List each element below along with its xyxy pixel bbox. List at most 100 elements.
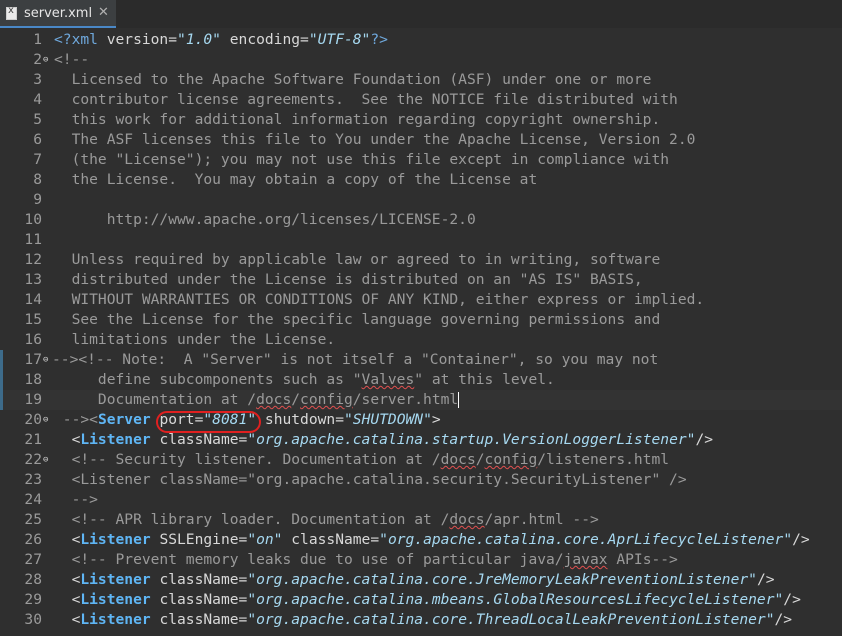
fold-collapse-icon[interactable]: ⊖ bbox=[43, 50, 53, 70]
code-text[interactable]: <!-- bbox=[54, 50, 89, 70]
tag-name: Listener bbox=[80, 591, 151, 608]
code-text[interactable]: <Listener className="org.apache.catalina… bbox=[54, 430, 713, 450]
line-number: 16 bbox=[24, 331, 42, 348]
code-line: 24 --> bbox=[0, 490, 842, 510]
spell-error: docs bbox=[449, 511, 485, 528]
tag-open: < bbox=[54, 531, 81, 548]
code-text[interactable]: WITHOUT WARRANTIES OR CONDITIONS OF ANY … bbox=[54, 290, 705, 310]
code-line: 16 limitations under the License. bbox=[0, 330, 842, 350]
equals: = bbox=[335, 411, 344, 428]
spell-error: docs bbox=[440, 451, 476, 468]
fold-collapse-icon[interactable]: ⊖ bbox=[43, 450, 53, 470]
code-line: 25 <!-- APR library loader. Documentatio… bbox=[0, 510, 842, 530]
code-text[interactable]: --> bbox=[54, 490, 98, 510]
equals: = bbox=[300, 31, 309, 48]
code-text[interactable]: The ASF licenses this file to You under … bbox=[54, 130, 696, 150]
code-text[interactable]: Documentation at /docs/config/server.htm… bbox=[54, 390, 460, 410]
code-text[interactable]: <?xml version="1.0" encoding="UTF-8"?> bbox=[54, 30, 388, 50]
attr-value: "SHUTDOWN" bbox=[344, 411, 432, 428]
line-number: 8 bbox=[33, 171, 42, 188]
equals: = bbox=[238, 431, 248, 448]
equals: = bbox=[370, 531, 380, 548]
tag-name: Listener bbox=[80, 611, 151, 628]
attr-name: className bbox=[150, 611, 239, 628]
code-line: 29 <Listener className="org.apache.catal… bbox=[0, 590, 842, 610]
spell-error: config bbox=[300, 391, 353, 408]
line-number: 5 bbox=[33, 111, 42, 128]
equals: = bbox=[168, 31, 178, 48]
code-line: 12 Unless required by applicable law or … bbox=[0, 250, 842, 270]
code-text[interactable]: the License. You may obtain a copy of th… bbox=[54, 170, 538, 190]
tab-server-xml[interactable]: server.xml ✕ bbox=[0, 0, 116, 28]
code-line: 11 bbox=[0, 230, 842, 250]
code-text[interactable]: define subcomponents such as "Valves" at… bbox=[54, 370, 555, 390]
code-text[interactable]: --><!-- Note: A "Server" is not itself a… bbox=[52, 350, 658, 370]
code-line: 14 WITHOUT WARRANTIES OR CONDITIONS OF A… bbox=[0, 290, 842, 310]
spell-error: javax bbox=[563, 551, 608, 568]
line-number: 28 bbox=[24, 571, 42, 588]
attr-value: "org.apache.catalina.mbeans.GlobalResour… bbox=[247, 591, 784, 608]
tag-open: < bbox=[54, 611, 81, 628]
line-number: 29 bbox=[24, 591, 42, 608]
code-line: 22 ⊖ <!-- Security listener. Documentati… bbox=[0, 450, 842, 470]
code-text[interactable]: See the License for the specific languag… bbox=[54, 310, 661, 330]
code-text[interactable]: <!-- Prevent memory leaks due to use of … bbox=[54, 550, 678, 570]
comment-text: / bbox=[475, 451, 485, 468]
code-line: 28 <Listener className="org.apache.catal… bbox=[0, 570, 842, 590]
code-text[interactable]: distributed under the License is distrib… bbox=[54, 270, 643, 290]
tag-open: < bbox=[54, 431, 81, 448]
comment-text: define subcomponents such as " bbox=[54, 371, 362, 388]
xml-pi: <?xml bbox=[54, 31, 107, 48]
code-text[interactable]: (the "License"); you may not use this fi… bbox=[54, 150, 669, 170]
attr-value: "org.apache.catalina.core.ThreadLocalLea… bbox=[247, 611, 775, 628]
code-line: 17 ⊖ --><!-- Note: A "Server" is not its… bbox=[0, 350, 842, 370]
comment-text: /listeners.html bbox=[537, 451, 670, 468]
close-icon[interactable]: ✕ bbox=[98, 5, 109, 20]
code-line: 2 ⊖ <!-- bbox=[0, 50, 842, 70]
code-line: 6 The ASF licenses this file to You unde… bbox=[0, 130, 842, 150]
attr-name: className bbox=[150, 571, 239, 588]
code-editor[interactable]: 1 <?xml version="1.0" encoding="UTF-8"?>… bbox=[0, 28, 842, 636]
code-line: 13 distributed under the License is dist… bbox=[0, 270, 842, 290]
code-line-current: 19 Documentation at /docs/config/server.… bbox=[0, 390, 842, 410]
comment-text: APIs--> bbox=[607, 551, 678, 568]
line-number: 23 bbox=[24, 471, 42, 488]
equals: = bbox=[238, 531, 248, 548]
tag-name: Listener bbox=[80, 571, 151, 588]
fold-collapse-icon[interactable]: ⊖ bbox=[43, 410, 53, 430]
line-number: 24 bbox=[24, 491, 42, 508]
code-text[interactable]: <!-- APR library loader. Documentation a… bbox=[54, 510, 599, 530]
spell-error: docs bbox=[256, 391, 292, 408]
attr-name: encoding bbox=[220, 31, 301, 48]
code-text[interactable]: <Listener className="org.apache.catalina… bbox=[54, 590, 801, 610]
code-text[interactable]: <Listener className="org.apache.catalina… bbox=[54, 610, 793, 630]
tab-label: server.xml bbox=[24, 6, 93, 21]
attr-value: "org.apache.catalina.core.AprLifecycleLi… bbox=[379, 531, 793, 548]
comment-text: " at this level. bbox=[414, 371, 555, 388]
line-number: 9 bbox=[33, 191, 42, 208]
code-text[interactable]: Unless required by applicable law or agr… bbox=[54, 250, 661, 270]
code-text[interactable]: <Listener SSLEngine="on" className="org.… bbox=[54, 530, 810, 550]
line-number: 17 bbox=[24, 351, 42, 368]
code-text[interactable]: limitations under the License. bbox=[54, 330, 336, 350]
line-number: 1 bbox=[33, 31, 42, 48]
code-line: 10 http://www.apache.org/licenses/LICENS… bbox=[0, 210, 842, 230]
equals: = bbox=[238, 611, 248, 628]
tag-close: /> bbox=[774, 611, 793, 628]
tag-close: /> bbox=[756, 571, 775, 588]
code-text[interactable]: contributor license agreements. See the … bbox=[54, 90, 678, 110]
code-text[interactable]: Licensed to the Apache Software Foundati… bbox=[54, 70, 652, 90]
line-number: 25 bbox=[24, 511, 42, 528]
code-text[interactable]: <Listener className="org.apache.catalina… bbox=[54, 570, 775, 590]
line-number: 22 bbox=[24, 451, 42, 468]
code-line: 5 this work for additional information r… bbox=[0, 110, 842, 130]
code-text[interactable]: <!-- Security listener. Documentation at… bbox=[54, 450, 670, 470]
code-line: 8 the License. You may obtain a copy of … bbox=[0, 170, 842, 190]
xml-file-icon bbox=[6, 5, 17, 20]
spell-error: Valves bbox=[361, 371, 415, 388]
code-text[interactable]: http://www.apache.org/licenses/LICENSE-2… bbox=[54, 210, 476, 230]
code-text[interactable]: this work for additional information reg… bbox=[54, 110, 661, 130]
code-text[interactable]: <Listener className="org.apache.catalina… bbox=[54, 470, 687, 490]
attr-value: "org.apache.catalina.core.JreMemoryLeakP… bbox=[247, 571, 757, 588]
tag-close: /> bbox=[695, 431, 714, 448]
